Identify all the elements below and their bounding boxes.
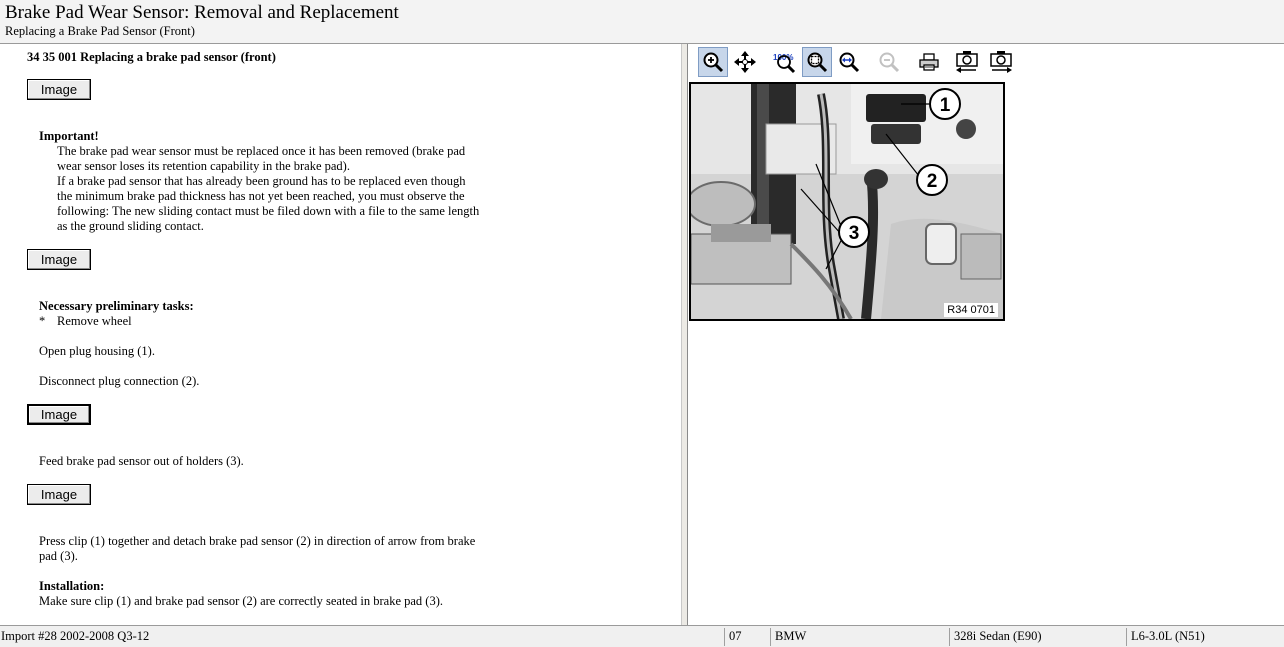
step-disconnect: Disconnect plug connection (2). — [39, 374, 200, 388]
status-model: 328i Sedan (E90) — [954, 629, 1042, 643]
camera-prev-icon — [956, 51, 978, 73]
zoom-in-button[interactable] — [698, 47, 728, 77]
preliminary-label: Necessary preliminary tasks: — [39, 299, 194, 313]
status-divider — [724, 628, 725, 646]
zoom-out-icon — [879, 52, 900, 73]
image-button-3[interactable]: Image — [27, 404, 91, 425]
next-image-button[interactable] — [986, 47, 1016, 77]
step-feed: Feed brake pad sensor out of holders (3)… — [39, 454, 244, 468]
important-line-3: If a brake pad sensor that has already b… — [57, 174, 466, 188]
zoom-out-button[interactable] — [874, 47, 904, 77]
zoom-in-icon — [703, 52, 724, 73]
zoom-width-button[interactable] — [834, 47, 864, 77]
image-button-4[interactable]: Image — [27, 484, 91, 505]
callout-1: 1 — [940, 95, 951, 116]
zoom-fit-button[interactable] — [802, 47, 832, 77]
zoom-100-button[interactable]: 100% — [770, 47, 800, 77]
important-line-4: the minimum brake pad thickness has not … — [57, 189, 465, 203]
document-header: Brake Pad Wear Sensor: Removal and Repla… — [0, 0, 1284, 44]
callout-3: 3 — [849, 223, 860, 244]
image-button-2[interactable]: Image — [27, 249, 91, 270]
brake-sensor-photo: 1 2 3 — [691, 84, 1003, 319]
important-line-5: following: The new sliding contact must … — [57, 204, 480, 218]
camera-next-icon — [990, 51, 1012, 73]
pan-button[interactable] — [730, 47, 760, 77]
status-import: Import #28 2002-2008 Q3-12 — [1, 629, 150, 643]
image-toolbar: 100% — [696, 44, 1276, 78]
installation-text: Make sure clip (1) and brake pad sensor … — [39, 594, 443, 608]
print-button[interactable] — [914, 47, 944, 77]
important-line-6: as the ground sliding contact. — [57, 219, 204, 233]
step-press-line-2: pad (3). — [39, 549, 78, 563]
page-title: Brake Pad Wear Sensor: Removal and Repla… — [5, 2, 399, 23]
zoom-100-icon: 100% — [773, 53, 796, 74]
step-open-plug: Open plug housing (1). — [39, 344, 155, 358]
callout-2: 2 — [927, 171, 938, 192]
status-make: BMW — [775, 629, 807, 643]
figure-reference-label: R34 0701 — [944, 303, 998, 317]
zoom-width-icon — [839, 52, 860, 73]
important-line-2: wear sensor loses its retention capabili… — [57, 159, 350, 173]
status-divider — [770, 628, 771, 646]
zoom-fit-icon — [807, 52, 828, 73]
image-button-1[interactable]: Image — [27, 79, 91, 100]
printer-icon — [919, 53, 939, 71]
pane-splitter[interactable] — [681, 44, 688, 625]
preliminary-bullet: * — [39, 314, 46, 328]
page-subtitle: Replacing a Brake Pad Sensor (Front) — [5, 24, 195, 38]
status-engine: L6-3.0L (N51) — [1131, 629, 1205, 643]
status-divider — [1126, 628, 1127, 646]
status-divider — [949, 628, 950, 646]
procedure-heading: 34 35 001 Replacing a brake pad sensor (… — [27, 50, 276, 64]
step-press-line-1: Press clip (1) together and detach brake… — [39, 534, 476, 548]
repair-diagram-image: 1 2 3 R34 0701 — [689, 82, 1005, 321]
image-viewer-pane[interactable]: 100% 1 2 3 R34 0701 — [688, 44, 1284, 625]
preliminary-item: Remove wheel — [57, 314, 132, 328]
important-label: Important! — [39, 129, 99, 143]
installation-label: Installation: — [39, 579, 105, 593]
move-arrows-icon — [734, 51, 756, 73]
previous-image-button[interactable] — [952, 47, 982, 77]
procedure-text-pane[interactable]: 34 35 001 Replacing a brake pad sensor (… — [0, 44, 681, 625]
status-code: 07 — [729, 629, 742, 643]
important-line-1: The brake pad wear sensor must be replac… — [57, 144, 466, 158]
status-bar: Import #28 2002-2008 Q3-12 07 BMW 328i S… — [0, 625, 1284, 647]
